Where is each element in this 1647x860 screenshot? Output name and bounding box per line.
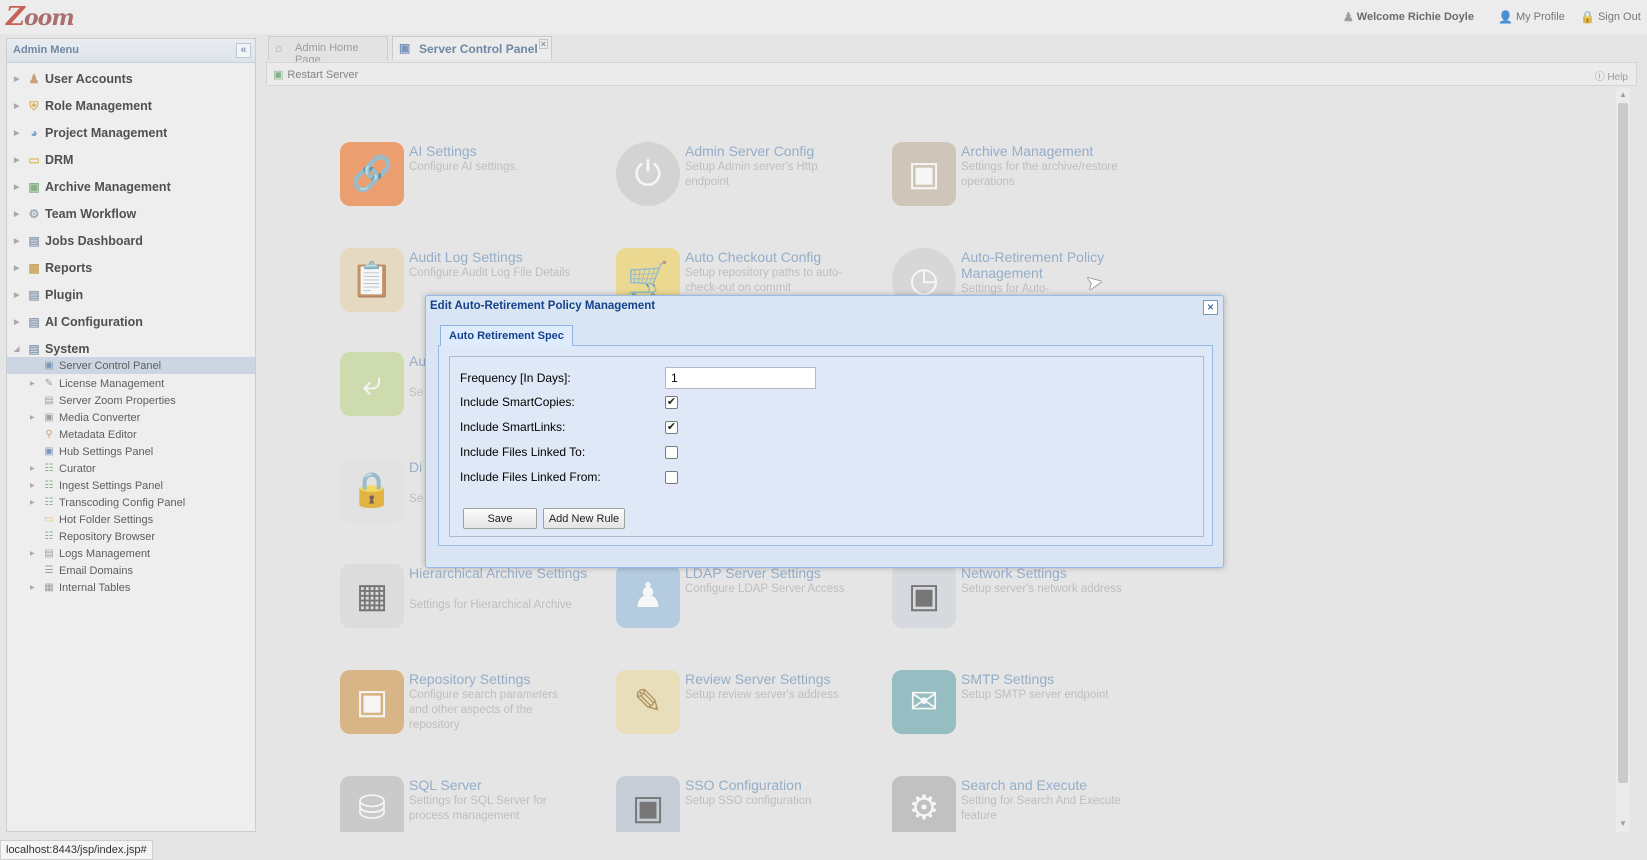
tab-auto-retirement-spec[interactable]: Auto Retirement Spec (440, 325, 573, 347)
dialog-body: Frequency [In Days]: Include SmartCopies… (438, 346, 1213, 546)
smartlinks-checkbox[interactable]: ✔ (665, 420, 678, 434)
linked-to-checkbox[interactable] (665, 445, 678, 459)
frequency-label: Frequency [In Days]: (460, 371, 571, 385)
smartcopies-checkbox[interactable]: ✔ (665, 395, 678, 409)
linked-from-checkbox[interactable] (665, 470, 678, 484)
linked-to-label: Include Files Linked To: (460, 445, 586, 459)
linked-from-row: Include Files Linked From: (460, 467, 678, 487)
add-new-rule-button[interactable]: Add New Rule (543, 508, 625, 529)
dialog-title: Edit Auto-Retirement Policy Management (430, 300, 656, 312)
save-button[interactable]: Save (463, 508, 537, 529)
auto-retirement-form: Frequency [In Days]: Include SmartCopies… (449, 356, 1204, 537)
dialog-tab-bar: Auto Retirement Spec (438, 324, 1213, 347)
smartlinks-label: Include SmartLinks: (460, 420, 566, 434)
smartcopies-label: Include SmartCopies: (460, 395, 575, 409)
frequency-input[interactable] (665, 367, 816, 389)
edit-auto-retirement-dialog: Edit Auto-Retirement Policy Management ×… (425, 295, 1224, 568)
frequency-row: Frequency [In Days]: (460, 367, 816, 389)
smartlinks-row: Include SmartLinks: ✔ (460, 417, 678, 437)
linked-to-row: Include Files Linked To: (460, 442, 678, 462)
close-dialog-icon[interactable]: × (1203, 300, 1218, 315)
smartcopies-row: Include SmartCopies: ✔ (460, 392, 678, 412)
linked-from-label: Include Files Linked From: (460, 470, 601, 484)
status-bar-url: localhost:8443/jsp/index.jsp# (0, 840, 153, 860)
